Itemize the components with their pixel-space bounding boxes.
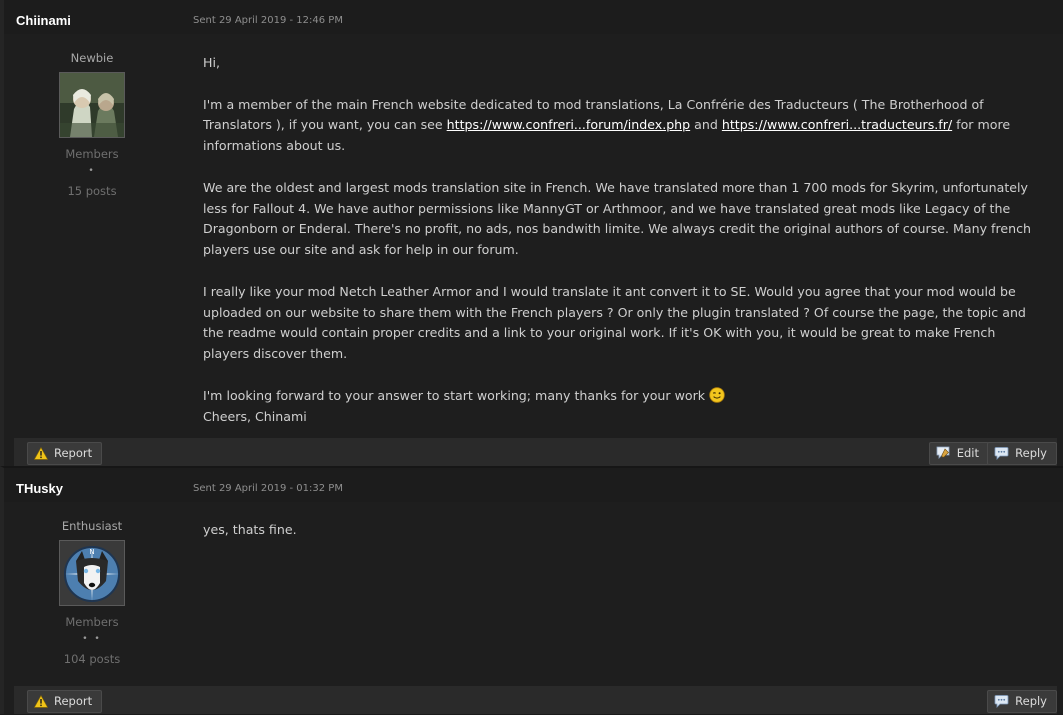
post: Chiinami Sent 29 April 2019 - 12:46 PM N… bbox=[0, 0, 1063, 466]
user-group: Members bbox=[65, 147, 119, 161]
edit-button[interactable]: Edit bbox=[928, 442, 989, 467]
post-header: Chiinami Sent 29 April 2019 - 12:46 PM bbox=[4, 0, 1063, 34]
reply-button[interactable]: Reply bbox=[987, 690, 1057, 713]
post-content: Hi, I'm a member of the main French webs… bbox=[203, 34, 1063, 427]
reply-icon bbox=[994, 694, 1009, 715]
post-body: Enthusiast N Members • • 104 posts yes, … bbox=[4, 502, 1063, 666]
post-paragraph: yes, thats fine. bbox=[203, 522, 297, 537]
user-info: Enthusiast N Members • • 104 posts bbox=[4, 519, 180, 666]
post-count: 15 posts bbox=[67, 184, 117, 198]
rank-pips: • bbox=[88, 166, 96, 176]
rank-pips: • • bbox=[82, 634, 102, 644]
user-group: Members bbox=[65, 615, 119, 629]
reply-label: Reply bbox=[1015, 446, 1047, 460]
report-button[interactable]: Report bbox=[27, 690, 103, 715]
edit-icon bbox=[936, 446, 951, 467]
post-paragraph: I really like your mod Netch Leather Arm… bbox=[203, 283, 1026, 362]
post-body: Newbie Members • 15 posts Hi, I'm a memb… bbox=[4, 34, 1063, 427]
svg-text:N: N bbox=[89, 548, 94, 556]
report-label: Report bbox=[54, 694, 93, 708]
user-title: Enthusiast bbox=[61, 519, 123, 533]
user-info: Newbie Members • 15 posts bbox=[4, 51, 180, 198]
reply-button[interactable]: Reply bbox=[987, 442, 1057, 465]
post-date: Sent 29 April 2019 - 01:32 PM bbox=[193, 483, 343, 494]
edit-label: Edit bbox=[956, 446, 979, 460]
post-paragraph: We are the oldest and largest mods trans… bbox=[203, 179, 1032, 258]
warning-icon bbox=[33, 446, 49, 467]
reply-label: Reply bbox=[1015, 694, 1047, 708]
author-name-link[interactable]: THusky bbox=[16, 481, 63, 496]
paragraph-text: Cheers, Chinami bbox=[203, 408, 307, 424]
report-label: Report bbox=[54, 446, 93, 460]
report-button[interactable]: Report bbox=[27, 442, 103, 467]
post-footer: Report Reply bbox=[14, 686, 1057, 714]
author-name-link[interactable]: Chiinami bbox=[16, 13, 71, 28]
wink-emoji-icon bbox=[709, 387, 725, 403]
post-date: Sent 29 April 2019 - 12:46 PM bbox=[193, 15, 343, 26]
paragraph-text: I'm looking forward to your answer to st… bbox=[203, 387, 710, 403]
paragraph-text: and bbox=[690, 117, 722, 133]
post-header: THusky Sent 29 April 2019 - 01:32 PM bbox=[4, 468, 1063, 502]
warning-icon bbox=[33, 694, 49, 715]
post-paragraph: Hi, bbox=[203, 55, 220, 70]
post-paragraph: I'm looking forward to your answer to st… bbox=[203, 386, 1041, 428]
post-content: yes, thats fine. bbox=[203, 502, 1063, 541]
post-count: 104 posts bbox=[63, 652, 121, 666]
post-paragraph: I'm a member of the main French website … bbox=[203, 95, 1041, 157]
avatar[interactable]: N bbox=[59, 540, 125, 606]
reply-icon bbox=[994, 446, 1009, 467]
post-footer: Report Edit Reply bbox=[14, 438, 1057, 466]
link-traducteurs[interactable]: https://www.confreri...traducteurs.fr/ bbox=[722, 117, 952, 132]
link-forum[interactable]: https://www.confreri...forum/index.php bbox=[447, 117, 691, 132]
user-title: Newbie bbox=[70, 51, 114, 65]
post: THusky Sent 29 April 2019 - 01:32 PM Ent… bbox=[0, 466, 1063, 714]
avatar[interactable] bbox=[59, 72, 125, 138]
